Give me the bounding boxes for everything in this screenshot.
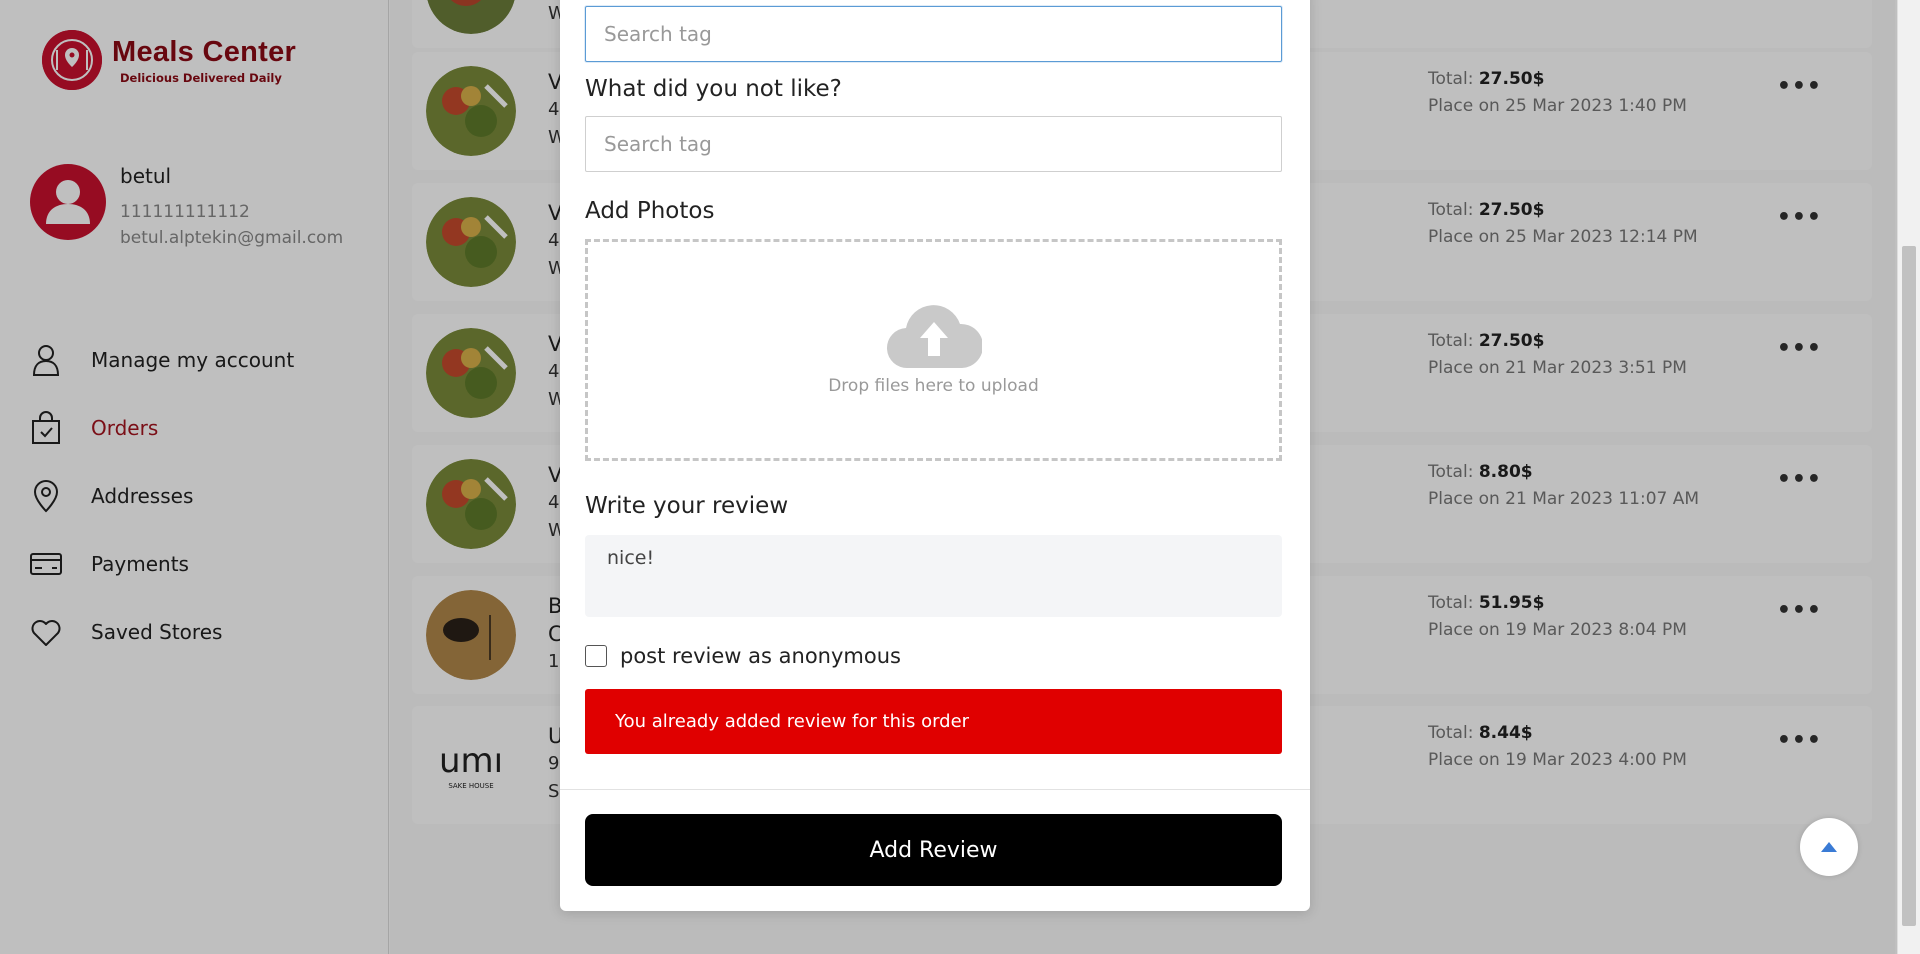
not-liked-label: What did you not like? (585, 76, 842, 102)
review-modal: What did you not like? Add Photos Drop f… (560, 0, 1310, 911)
arrow-up-icon (1821, 842, 1837, 852)
anonymous-label: post review as anonymous (620, 644, 901, 668)
page-scrollbar[interactable] (1897, 0, 1920, 954)
add-photos-label: Add Photos (585, 198, 715, 224)
not-liked-tags-search-input[interactable] (585, 116, 1282, 172)
modal-divider (560, 789, 1310, 790)
anonymous-checkbox[interactable] (585, 645, 607, 667)
cloud-upload-icon (886, 305, 982, 369)
photo-dropzone[interactable]: Drop files here to upload (585, 239, 1282, 461)
review-textarea[interactable]: nice! (585, 535, 1282, 617)
scroll-to-top-button[interactable] (1800, 818, 1858, 876)
write-review-label: Write your review (585, 493, 789, 519)
anonymous-option[interactable]: post review as anonymous (585, 644, 901, 668)
dropzone-text: Drop files here to upload (828, 376, 1039, 396)
liked-tags-search-input[interactable] (585, 6, 1282, 62)
error-alert: You already added review for this order (585, 689, 1282, 754)
scrollbar-thumb[interactable] (1902, 246, 1916, 926)
add-review-button[interactable]: Add Review (585, 814, 1282, 886)
